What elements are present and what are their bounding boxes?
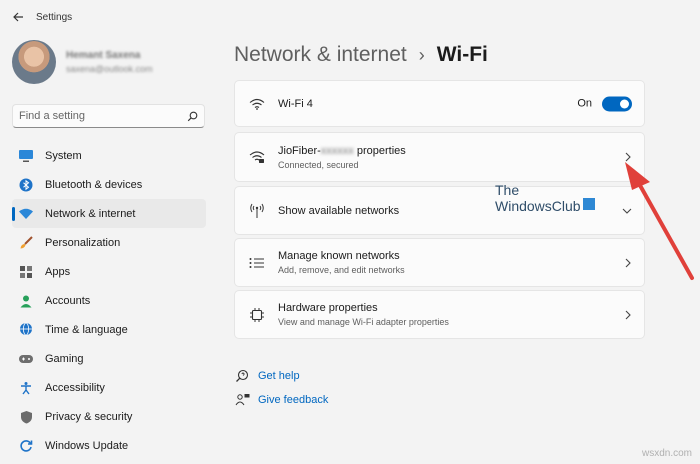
chip-icon [248, 306, 266, 324]
network-status: Connected, secured [278, 159, 359, 170]
monitor-icon [18, 148, 34, 164]
watermark-logo: The WindowsClub [495, 183, 595, 214]
chevron-down-icon[interactable] [622, 207, 632, 215]
search-box [12, 104, 205, 128]
watermark-line2: WindowsClub [495, 198, 581, 214]
hardware-subtitle: View and manage Wi-Fi adapter properties [278, 317, 449, 327]
back-arrow-icon [13, 12, 23, 22]
sidebar-item-bluetooth[interactable]: Bluetooth & devices [12, 170, 206, 199]
give-feedback-label: Give feedback [258, 394, 329, 406]
toggle-state-label: On [577, 97, 592, 110]
network-properties-card[interactable]: JioFiber-xxxxxx properties Connected, se… [234, 132, 645, 182]
sidebar-item-system[interactable]: System [12, 141, 206, 170]
shield-icon [18, 409, 34, 425]
known-networks-title: Manage known networks [278, 250, 400, 262]
sidebar-item-label: Gaming [45, 352, 84, 365]
back-button[interactable] [8, 7, 28, 27]
wifi-toggle[interactable] [602, 96, 632, 111]
hardware-properties-card[interactable]: Hardware properties View and manage Wi-F… [234, 290, 645, 339]
manage-known-networks-card[interactable]: Manage known networks Add, remove, and e… [234, 238, 645, 287]
sidebar-item-accessibility[interactable]: Accessibility [12, 373, 206, 402]
sidebar-item-label: Time & language [45, 323, 128, 336]
show-networks-title: Show available networks [278, 204, 400, 217]
title-bar: Settings [0, 0, 700, 34]
chevron-right-icon [625, 258, 631, 267]
sidebar-item-label: Personalization [45, 236, 121, 249]
avatar [12, 40, 56, 84]
wifi-toggle-card[interactable]: Wi-Fi 4 On [234, 80, 645, 127]
sidebar-item-label: Bluetooth & devices [45, 178, 143, 191]
breadcrumb-parent[interactable]: Network & internet [234, 43, 407, 67]
search-icon[interactable] [187, 111, 198, 122]
breadcrumb: Network & internet › Wi-Fi [234, 40, 488, 70]
give-feedback-link[interactable]: Give feedback [234, 388, 328, 412]
sidebar: Hemant Saxena saxena@outlook.com System … [0, 34, 218, 464]
sidebar-item-gaming[interactable]: Gaming [12, 344, 206, 373]
gamepad-icon [18, 351, 34, 367]
page-title: Wi-Fi [436, 43, 488, 66]
sidebar-item-label: System [45, 149, 82, 162]
known-networks-subtitle: Add, remove, and edit networks [278, 265, 405, 275]
sidebar-item-privacy-security[interactable]: Privacy & security [12, 402, 206, 431]
apps-icon [18, 264, 34, 280]
breadcrumb-separator: › [418, 44, 425, 65]
sidebar-item-label: Accessibility [45, 381, 105, 394]
help-links: Get help Give feedback [234, 364, 328, 412]
site-watermark: wsxdn.com [641, 448, 692, 459]
get-help-link[interactable]: Get help [234, 364, 328, 388]
accessibility-icon [18, 380, 34, 396]
list-icon [248, 254, 266, 272]
brush-icon [18, 235, 34, 251]
hardware-title: Hardware properties [278, 302, 378, 314]
bluetooth-icon [18, 177, 34, 193]
network-name-hidden: xxxxxx [320, 144, 354, 157]
search-input[interactable] [19, 110, 187, 122]
wifi-icon [18, 206, 34, 222]
profile-email: saxena@outlook.com [66, 64, 153, 74]
network-name-suffix: properties [353, 144, 406, 157]
toggle-knob [620, 99, 629, 108]
wifi-secured-icon [248, 148, 266, 166]
sidebar-item-network[interactable]: Network & internet [12, 199, 206, 228]
sidebar-nav: System Bluetooth & devices Network & int… [12, 141, 206, 460]
wifi-icon [248, 95, 266, 113]
sidebar-item-label: Windows Update [45, 439, 129, 452]
sidebar-item-apps[interactable]: Apps [12, 257, 206, 286]
antenna-icon [248, 202, 266, 220]
profile-name: Hemant Saxena [66, 50, 141, 61]
sidebar-item-label: Accounts [45, 294, 91, 307]
sidebar-item-label: Privacy & security [45, 410, 133, 423]
app-title: Settings [36, 11, 73, 23]
wifi-title: Wi-Fi 4 [278, 97, 313, 110]
update-icon [18, 438, 34, 454]
chevron-right-icon [625, 152, 631, 162]
network-name-prefix: JioFiber- [278, 144, 321, 157]
sidebar-item-personalization[interactable]: Personalization [12, 228, 206, 257]
sidebar-item-windows-update[interactable]: Windows Update [12, 431, 206, 460]
network-name: JioFiber-xxxxxx properties [278, 145, 406, 157]
sidebar-item-label: Network & internet [45, 207, 136, 220]
get-help-label: Get help [258, 370, 300, 382]
sidebar-item-accounts[interactable]: Accounts [12, 286, 206, 315]
help-icon [234, 368, 250, 384]
watermark-line1: The [495, 182, 520, 198]
watermark-square-icon [582, 198, 595, 210]
user-profile[interactable]: Hemant Saxena saxena@outlook.com [12, 40, 153, 84]
sidebar-item-time-language[interactable]: Time & language [12, 315, 206, 344]
chevron-right-icon [625, 310, 631, 319]
feedback-icon [234, 392, 250, 408]
person-icon [18, 293, 34, 309]
sidebar-item-label: Apps [45, 265, 71, 278]
globe-clock-icon [18, 322, 34, 338]
